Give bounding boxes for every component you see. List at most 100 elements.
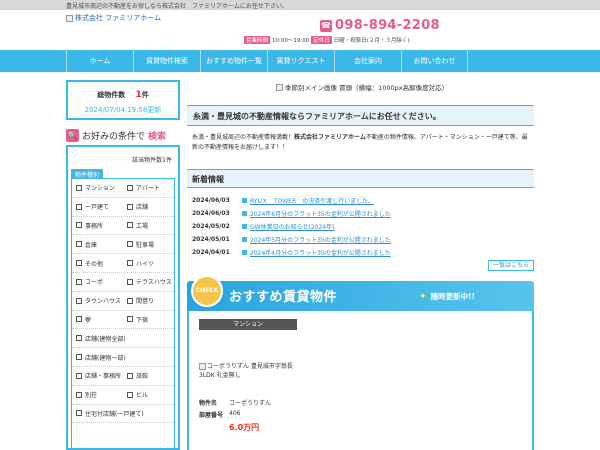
info-row: 物件名 コーポうりずん [199,398,297,410]
type-option[interactable]: テラスハウス [123,273,174,291]
checkbox[interactable] [76,222,82,229]
news-date: 2024/05/01 [192,236,230,243]
intro-text-1: 糸満・豊見城周辺の不動産情報満載！ [192,134,295,141]
type-option[interactable]: 駐車場 [123,235,174,253]
type-option[interactable]: 店舗(建物全部) [72,329,174,347]
search-icon: 🔍 [66,128,79,142]
type-option-label: 駐車場 [136,241,155,249]
news-more-button[interactable]: 一覧はこちら [488,260,534,271]
checkbox[interactable] [127,222,133,229]
checkbox[interactable] [76,410,82,417]
type-option[interactable]: アパート [123,179,174,197]
broken-image-icon [66,14,73,22]
type-option[interactable]: マンション [72,179,123,197]
type-option[interactable]: 倉庫 [72,235,123,253]
checkbox[interactable] [127,241,133,248]
type-option[interactable]: ビル [123,386,174,404]
checkbox[interactable] [127,278,133,285]
property-type: マンション [199,319,297,330]
nav-rental-search[interactable]: 賃貸物件検索 [133,50,200,72]
checkbox[interactable] [127,184,133,191]
checkbox[interactable] [76,184,82,191]
type-option[interactable]: 別荘 [72,386,123,404]
nav-rental-request[interactable]: 賃貸リクエスト [267,50,334,72]
type-option[interactable]: ハイツ [123,254,174,272]
type-option[interactable]: 旅館 [123,367,174,385]
checkbox[interactable] [76,203,82,210]
type-option[interactable]: 店舗(建物一部) [72,348,174,366]
type-option[interactable]: 下宿 [123,311,174,329]
nav-home[interactable]: ホーム [66,50,133,72]
check-badge: CHECK [191,275,223,307]
news-link[interactable]: 2024年4月分のフラット35の金利が公開されました [250,248,391,257]
type-option[interactable]: 事務所 [72,217,123,235]
checkbox[interactable] [127,203,133,210]
site-logo[interactable]: 株式会社 ファミリアホーム [66,13,161,23]
checkbox[interactable] [76,354,82,361]
checkbox[interactable] [127,391,133,398]
checkbox[interactable] [76,316,82,323]
type-row: 住宅付店舗(一戸建て) [72,405,174,424]
news-title: 新着情報 [187,169,534,188]
info-row: 6.0万円 [199,422,297,434]
news-link[interactable]: 2024年6月分のフラット35の金利が公開されました [250,209,391,218]
type-option[interactable]: 住宅付店舗(一戸建て) [72,405,174,423]
type-option[interactable]: 店舗・事務所 [72,367,123,385]
type-row: 別荘 ビル [72,386,174,405]
nav-company[interactable]: 会社案内 [334,50,401,72]
type-option[interactable]: 寮 [72,311,123,329]
type-option[interactable]: 間借り [123,292,174,310]
business-hours: 営業時間 10:00～19:00 定休日 日曜・祝祭日(２月・３月除く) [244,36,410,44]
checkbox[interactable] [76,241,82,248]
checkbox[interactable] [127,372,133,379]
news-list: 2024/06/03 RYUＸ TOWER の決済引渡し行いました。 2024/06… [192,194,502,259]
nav-contact[interactable]: お問い合わせ [401,50,468,72]
checkbox[interactable] [127,260,133,267]
type-option[interactable]: コーポ [72,273,123,291]
type-option-label: アパート [136,185,160,193]
news-date: 2024/04/01 [192,249,230,256]
type-row: 店舗・事務所 旅館 [72,367,174,386]
info-row: 部屋番号 406 [199,410,297,422]
type-row: マンション アパート [72,179,174,198]
type-option[interactable]: その他 [72,254,123,272]
property-image-alt: コーポうりずん 豊見城市字翁長 3LDK 礼金無し [199,363,293,379]
type-option-label: 別荘 [85,392,98,400]
bullet-icon [242,250,247,255]
recommend-subtitle-text: 随時更新中!! [430,292,475,301]
type-option[interactable]: 工場 [123,217,174,235]
closed-tag: 定休日 [311,36,332,44]
search-heading-accent: 検索 [148,131,167,142]
bullet-icon [242,224,247,229]
type-option[interactable]: 一戸建て [72,198,123,216]
name-value: コーポうりずん [229,400,272,407]
checkbox[interactable] [76,260,82,267]
type-option-label: 旅館 [136,373,149,381]
news-link[interactable]: 2024年5月分のフラット35の金利が公開されました [250,235,391,244]
property-count-box: 総物件数 1件 2024/07/04 19:58更新 [66,80,180,120]
type-option[interactable]: 店舗 [123,198,174,216]
type-option-label: 間借り [136,298,155,306]
checkbox[interactable] [127,316,133,323]
type-option-label: 店舗 [136,204,149,212]
news-item: 2024/04/01 2024年4月分のフラット35の金利が公開されました [192,246,502,259]
checkbox[interactable] [76,372,82,379]
checkbox[interactable] [76,391,82,398]
news-link[interactable]: GW休業日のお知らせ(2024年) [250,222,334,231]
news-item: 2024/05/01 2024年5月分のフラット35の金利が公開されました [192,233,502,246]
checkbox[interactable] [76,278,82,285]
nav-recommended[interactable]: おすすめ物件一覧 [200,50,267,72]
property-image[interactable]: コーポうりずん 豊見城市字翁長 3LDK 礼金無し [199,362,297,380]
checkbox[interactable] [127,297,133,304]
type-option-label: テラスハウス [136,279,172,287]
type-option[interactable]: タウンハウス [72,292,123,310]
type-row: その他 ハイツ [72,254,174,273]
news-link[interactable]: RYUＸ TOWER の決済引渡し行いました。 [250,196,374,205]
type-option-label: 倉庫 [85,241,98,249]
checkbox[interactable] [76,297,82,304]
search-heading: 🔍 お好みの条件で 検索 [66,128,180,142]
property-card[interactable]: マンション コーポうりずん 豊見城市字翁長 3LDK 礼金無し 物件名 コーポう… [199,319,297,434]
checkbox[interactable] [76,335,82,342]
broken-image-icon [199,363,206,370]
phone-contact[interactable]: ☎ 098-894-2208 [320,18,440,33]
